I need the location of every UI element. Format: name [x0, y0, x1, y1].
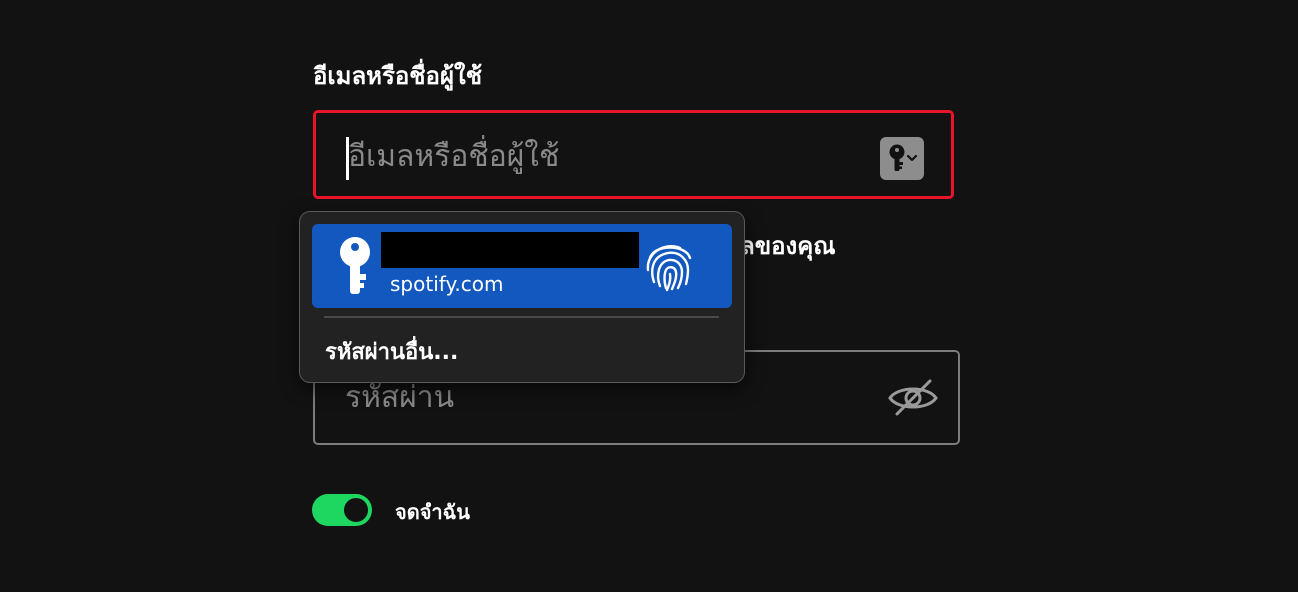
partially-hidden-label: ลของคุณ	[740, 232, 836, 260]
other-passwords-option[interactable]: รหัสผ่านอื่น...	[325, 334, 458, 369]
saved-password-suggestion[interactable]: spotify.com	[312, 224, 732, 308]
email-label: อีเมลหรือชื่อผู้ใช้	[313, 62, 483, 90]
password-placeholder: รหัสผ่าน	[345, 380, 455, 415]
fingerprint-icon	[646, 245, 692, 292]
remember-me-toggle[interactable]	[312, 494, 372, 526]
text-caret	[346, 137, 349, 180]
suggestion-domain: spotify.com	[390, 272, 504, 296]
redacted-username	[381, 232, 639, 268]
eye-slash-icon[interactable]	[885, 374, 941, 422]
email-placeholder: อีเมลหรือชื่อผู้ใช้	[348, 139, 560, 174]
popup-divider	[324, 316, 719, 318]
password-autofill-popup: spotify.com รหัสผ่านอื่น...	[299, 211, 745, 383]
key-dropdown-icon[interactable]	[880, 137, 924, 180]
remember-me-label: จดจำฉัน	[395, 500, 470, 524]
toggle-knob	[344, 498, 368, 522]
key-icon	[340, 237, 370, 294]
email-field[interactable]: อีเมลหรือชื่อผู้ใช้	[313, 110, 954, 199]
login-page: อีเมลหรือชื่อผู้ใช้ อีเมลหรือชื่อผู้ใช้ …	[0, 0, 1298, 592]
